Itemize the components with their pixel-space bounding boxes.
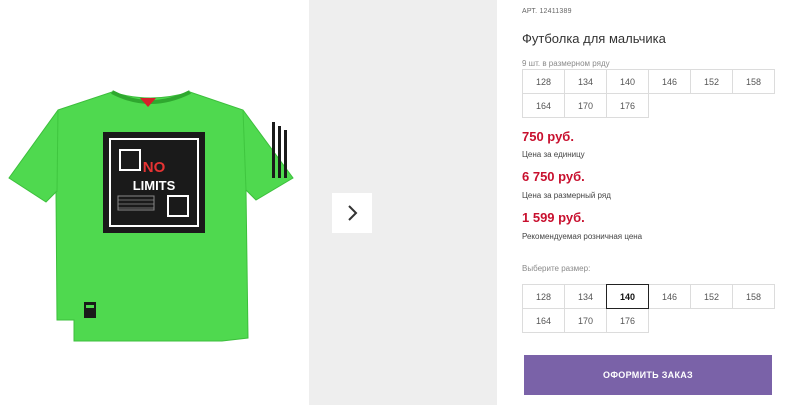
size-option[interactable]: 158 bbox=[732, 284, 775, 309]
svg-text:LIMITS: LIMITS bbox=[133, 178, 176, 193]
unit-price: 750 руб. bbox=[522, 129, 574, 144]
size-option[interactable]: 146 bbox=[648, 284, 691, 309]
row-price-label: Цена за размерный ряд bbox=[522, 191, 611, 200]
article-value: 12411389 bbox=[539, 8, 572, 15]
size-option[interactable]: 176 bbox=[606, 308, 649, 333]
size-row-cell: 134 bbox=[564, 69, 607, 94]
size-select-grid: 128 134 140 146 152 158 164 170 176 bbox=[522, 284, 775, 333]
size-option[interactable]: 152 bbox=[690, 284, 733, 309]
svg-text:NO: NO bbox=[143, 159, 166, 176]
size-row-cell: 152 bbox=[690, 69, 733, 94]
order-button[interactable]: ОФОРМИТЬ ЗАКАЗ bbox=[524, 355, 772, 395]
size-row-cell: 140 bbox=[606, 69, 649, 94]
select-size-caption: Выберите размер: bbox=[522, 264, 591, 273]
size-row-caption: 9 шт. в размерном ряду bbox=[522, 59, 610, 68]
row-price: 6 750 руб. bbox=[522, 169, 585, 184]
size-row-grid: 128 134 140 146 152 158 164 170 176 bbox=[522, 69, 775, 118]
product-gallery: NO LIMITS bbox=[0, 0, 497, 405]
chevron-right-icon bbox=[348, 205, 358, 221]
next-image-button[interactable] bbox=[332, 193, 372, 233]
size-row-cell: 158 bbox=[732, 69, 775, 94]
size-option[interactable]: 170 bbox=[564, 308, 607, 333]
product-title: Футболка для мальчика bbox=[522, 31, 666, 46]
retail-price-label: Рекомендуемая розничная цена bbox=[522, 232, 643, 241]
size-row-cell: 170 bbox=[564, 93, 607, 118]
unit-price-label: Цена за единицу bbox=[522, 150, 585, 159]
size-option-selected[interactable]: 140 bbox=[606, 284, 649, 309]
article-label: АРТ. bbox=[522, 8, 538, 15]
tshirt-image: NO LIMITS bbox=[8, 90, 294, 342]
size-row-cell: 146 bbox=[648, 69, 691, 94]
size-row-cell: 164 bbox=[522, 93, 565, 118]
size-row-cell: 176 bbox=[606, 93, 649, 118]
size-option[interactable]: 134 bbox=[564, 284, 607, 309]
size-row-cell: 128 bbox=[522, 69, 565, 94]
product-main-image: NO LIMITS bbox=[0, 0, 305, 405]
size-option[interactable]: 164 bbox=[522, 308, 565, 333]
retail-price: 1 599 руб. bbox=[522, 210, 585, 225]
size-option[interactable]: 128 bbox=[522, 284, 565, 309]
article-number: АРТ. 12411389 bbox=[522, 8, 572, 15]
